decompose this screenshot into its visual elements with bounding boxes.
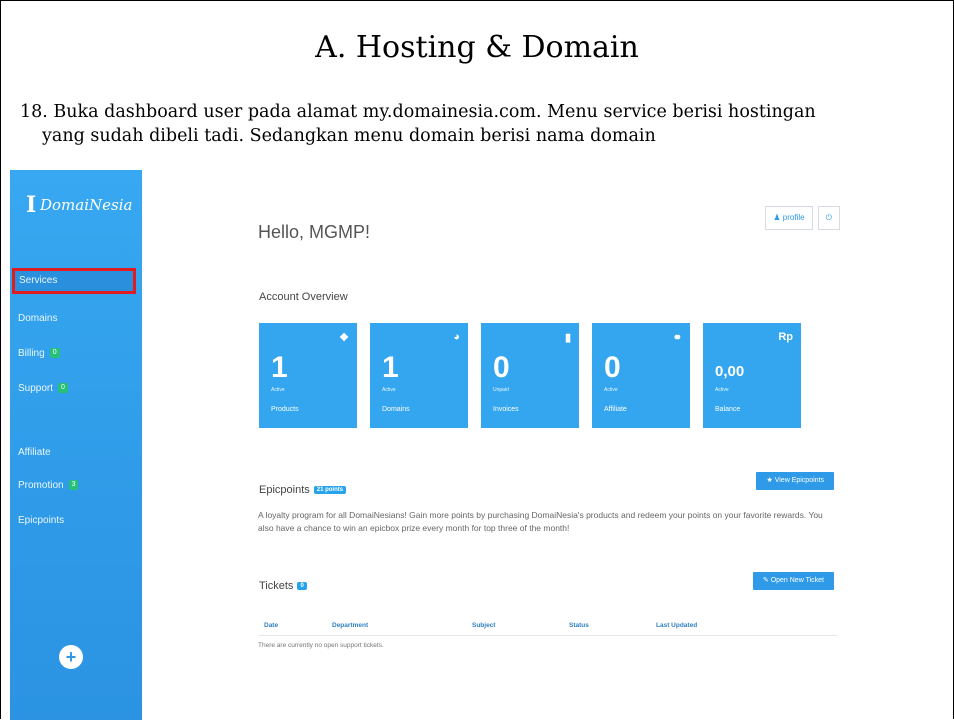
open-ticket-button[interactable]: ✎ Open New Ticket: [752, 572, 834, 590]
card-value: 0,00: [715, 363, 745, 380]
tickets-empty-message: There are currently no open support tick…: [258, 642, 384, 649]
rupiah-icon: Rp: [778, 331, 793, 343]
open-ticket-label: Open New Ticket: [770, 577, 824, 584]
domainesia-logo[interactable]: I DomaiNesia: [26, 192, 133, 218]
sidebar-item-label: Support: [18, 383, 54, 394]
card-value: 1: [382, 351, 399, 384]
paragraph-line-1: 18. Buka dashboard user pada alamat my.d…: [20, 102, 816, 122]
card-sub: Active: [382, 387, 396, 393]
dashboard-screenshot: I DomaiNesia Services Domains Billing 0 S…: [10, 170, 944, 720]
sidebar-item-billing[interactable]: Billing 0: [10, 341, 142, 367]
slide-paragraph: 18. Buka dashboard user pada alamat my.d…: [20, 100, 938, 148]
sidebar-item-affiliate[interactable]: Affiliate: [10, 440, 142, 466]
sidebar-item-epicpoints[interactable]: Epicpoints: [10, 508, 142, 534]
card-caption: Balance: [715, 406, 741, 413]
card-sub: Active: [715, 387, 729, 393]
main-content: ♟ profile ⏻ Hello, MGMP! Account Overvie…: [142, 170, 944, 720]
invoices-card[interactable]: ▮ 0 Unpaid Invoices: [481, 323, 579, 428]
epicpoints-badge: 21 points: [313, 486, 347, 495]
epicpoints-title: Epicpoints: [259, 484, 310, 496]
add-button[interactable]: +: [59, 645, 83, 669]
globe-icon: ◕: [453, 331, 460, 343]
trophy-icon: ★: [766, 477, 773, 484]
sidebar-item-label: Domains: [18, 313, 58, 324]
user-icon: ♟: [773, 213, 781, 222]
sidebar-item-label: Promotion: [18, 480, 64, 491]
logo-mark: I: [26, 192, 37, 218]
file-icon: ▮: [564, 332, 571, 344]
products-card[interactable]: ❖ 1 Active Products: [259, 323, 357, 428]
power-button[interactable]: ⏻: [817, 206, 840, 230]
pencil-icon: ✎: [762, 577, 769, 584]
billing-badge: 0: [49, 348, 60, 359]
sidebar: I DomaiNesia Services Domains Billing 0 S…: [10, 170, 142, 720]
view-epicpoints-button[interactable]: ★ View Epicpoints: [756, 472, 834, 490]
affiliate-card[interactable]: ⚭ 0 Active Affiliate: [592, 323, 690, 428]
slide-title: A. Hosting & Domain: [315, 30, 639, 65]
logo-text: DomaiNesia: [40, 196, 133, 214]
tickets-badge: 0: [297, 582, 307, 591]
sidebar-item-label: Billing: [18, 348, 45, 359]
card-value: 0: [493, 351, 510, 384]
column-subject[interactable]: Subject: [472, 622, 495, 629]
account-overview-heading: Account Overview: [259, 291, 348, 303]
card-sub: Unpaid: [493, 387, 509, 393]
domains-card[interactable]: ◕ 1 Active Domains: [370, 323, 468, 428]
sidebar-item-label: Services: [19, 275, 58, 286]
promotion-badge: 3: [68, 480, 79, 491]
view-epicpoints-label: View Epicpoints: [774, 477, 824, 484]
card-caption: Domains: [382, 406, 410, 413]
support-badge: 0: [58, 383, 68, 394]
card-caption: Products: [271, 406, 299, 413]
tickets-title: Tickets: [259, 580, 294, 592]
epicpoints-heading: Epicpoints 21 points: [259, 484, 347, 496]
column-status[interactable]: Status: [569, 622, 589, 629]
sidebar-item-promotion[interactable]: Promotion 3: [10, 473, 142, 499]
header-actions: ♟ profile ⏻: [765, 206, 840, 230]
card-caption: Invoices: [493, 406, 519, 413]
tickets-table-header: Date Department Subject Status Last Upda…: [258, 619, 838, 636]
card-sub: Active: [271, 387, 285, 393]
card-value: 1: [271, 351, 288, 384]
tickets-heading: Tickets 0: [259, 580, 307, 592]
card-sub: Active: [604, 387, 618, 393]
card-value: 0: [604, 351, 621, 384]
sidebar-item-label: Affiliate: [18, 447, 51, 458]
epicpoints-description: A loyalty program for all DomaiNesians! …: [258, 510, 823, 533]
sidebar-item-services[interactable]: Services: [12, 268, 136, 294]
stack-icon: ❖: [339, 332, 349, 344]
column-date[interactable]: Date: [264, 622, 278, 629]
column-last-updated[interactable]: Last Updated: [656, 622, 697, 629]
power-icon: ⏻: [825, 213, 832, 222]
sidebar-item-domains[interactable]: Domains: [10, 306, 142, 332]
greeting: Hello, MGMP!: [258, 222, 371, 242]
balance-card[interactable]: Rp 0,00 Active Balance: [703, 323, 801, 428]
card-caption: Affiliate: [604, 406, 627, 413]
column-department[interactable]: Department: [332, 622, 368, 629]
paragraph-line-2: yang sudah dibeli tadi. Sedangkan menu d…: [42, 126, 656, 146]
sidebar-item-label: Epicpoints: [18, 515, 65, 526]
sidebar-item-support[interactable]: Support 0: [10, 376, 142, 402]
profile-button[interactable]: ♟ profile: [765, 206, 813, 230]
profile-label: profile: [782, 213, 805, 222]
link-icon: ⚭: [672, 332, 682, 344]
